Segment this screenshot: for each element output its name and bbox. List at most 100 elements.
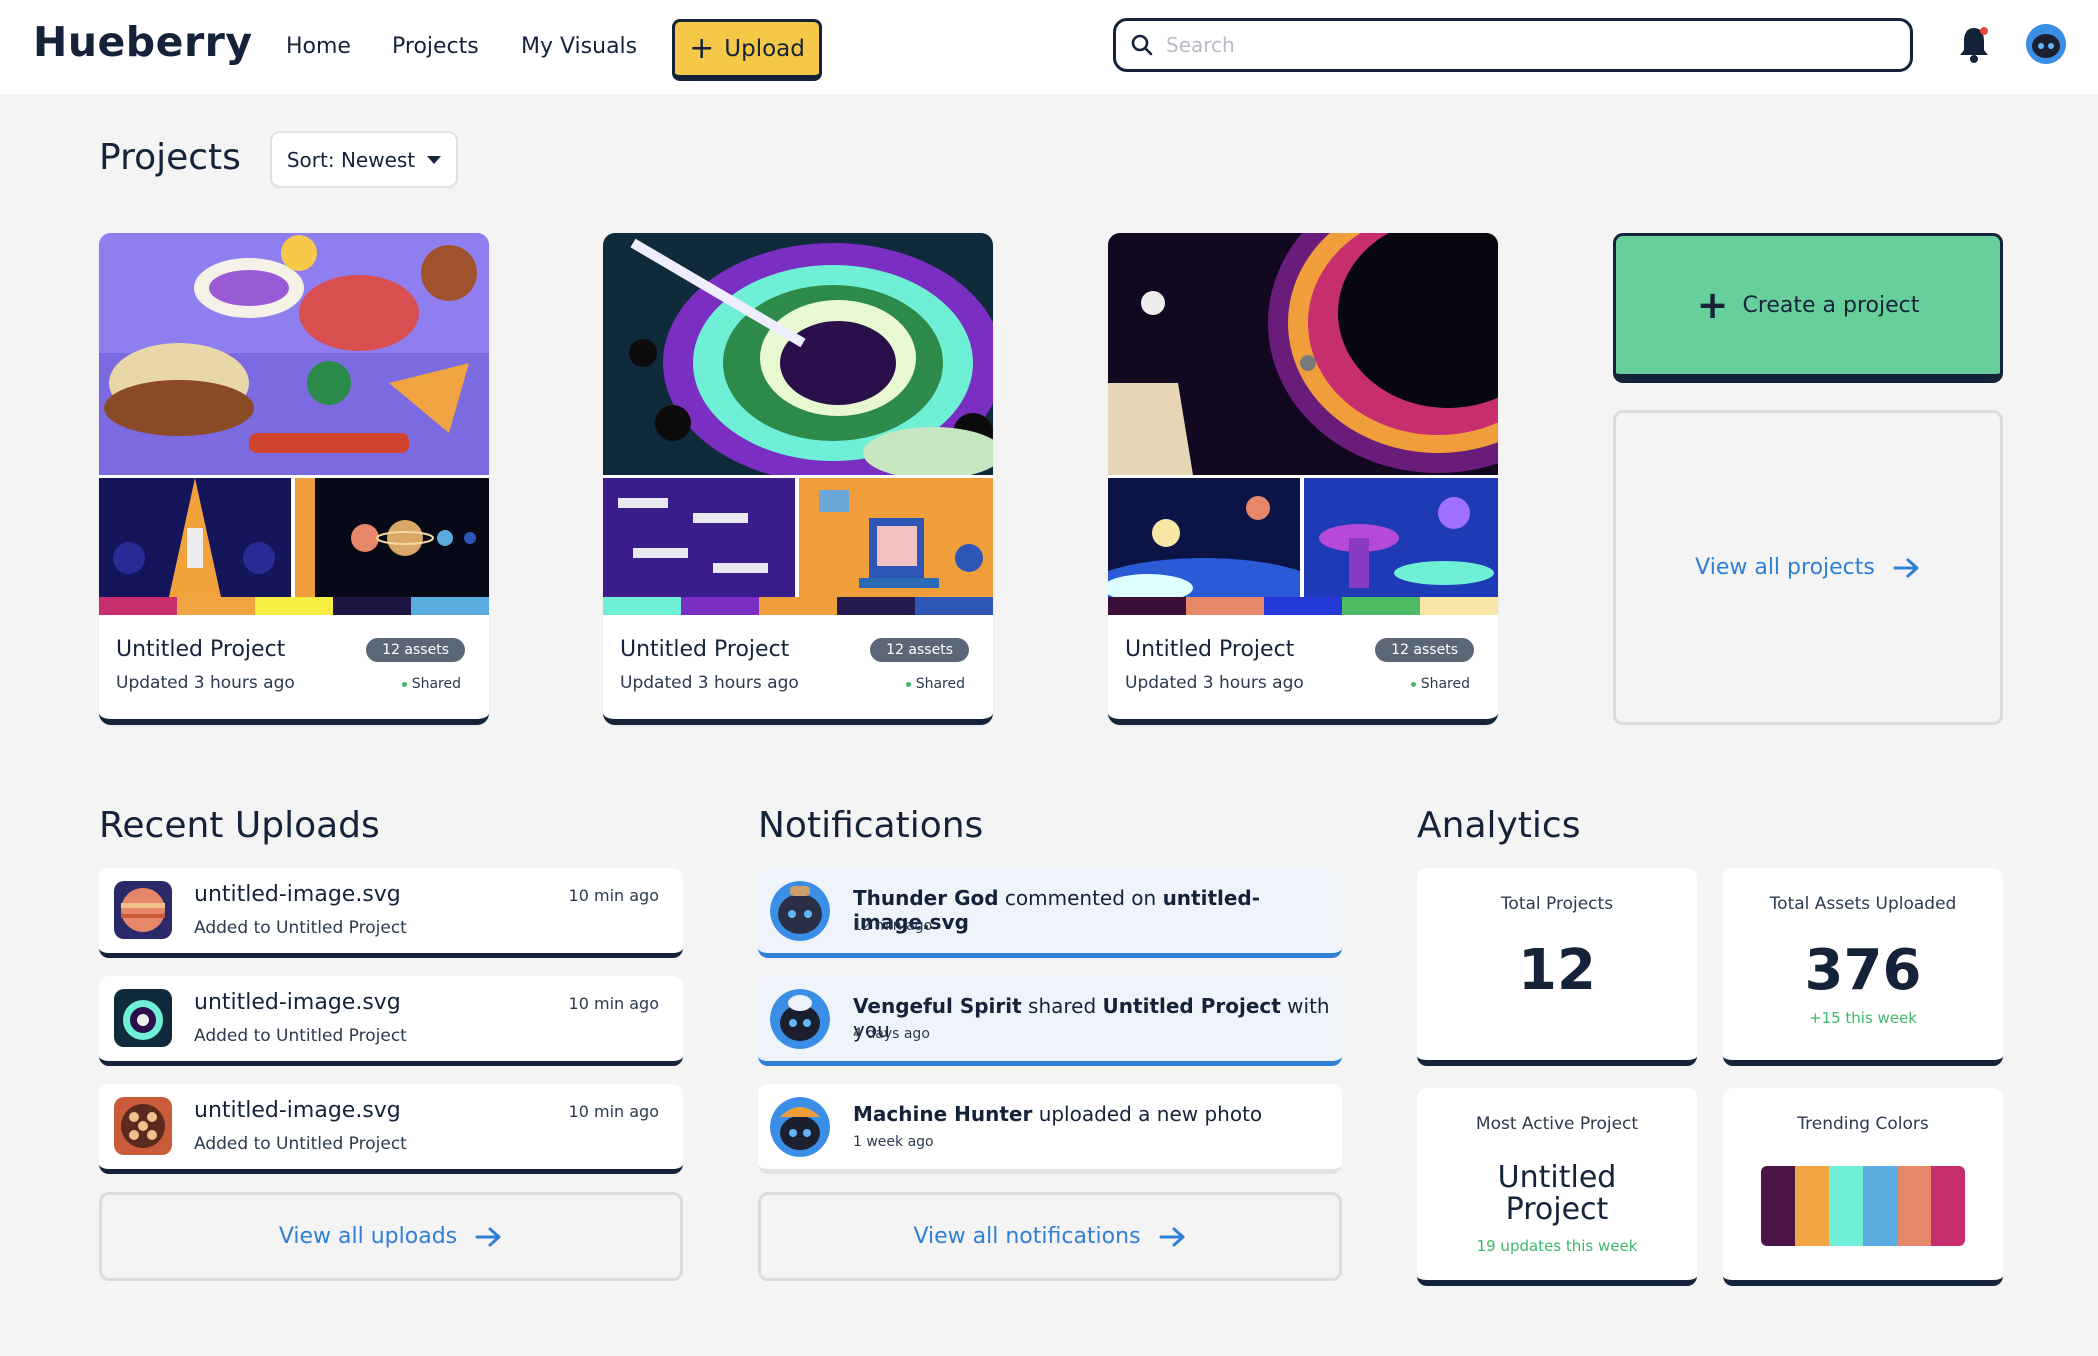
upload-label: Upload [724, 35, 805, 62]
color-palette [1108, 597, 1498, 615]
upload-subtitle: Added to Untitled Project [194, 1026, 407, 1046]
nav-home[interactable]: Home [286, 34, 351, 59]
shared-status: Shared [401, 676, 461, 692]
view-all-projects-label: View all projects [1695, 555, 1875, 580]
arrow-right-icon [1893, 558, 1919, 577]
user-avatar [770, 989, 830, 1049]
view-all-notifications-button[interactable]: View all notifications [758, 1192, 1342, 1281]
upload-filename: untitled-image.svg [194, 990, 401, 1015]
palette-swatch [759, 597, 837, 615]
user-avatar [770, 1097, 830, 1157]
palette-swatch [177, 597, 255, 615]
stat-label: Most Active Project [1475, 1114, 1639, 1134]
shared-status: Shared [905, 676, 965, 692]
project-updated: Updated 3 hours ago [620, 673, 799, 693]
stat-sub: 19 updates this week [1476, 1237, 1638, 1255]
project-name: Untitled Project [1125, 637, 1295, 662]
view-all-uploads-label: View all uploads [278, 1224, 458, 1249]
palette-swatch [333, 597, 411, 615]
caret-down-icon [427, 155, 442, 164]
sort-dropdown[interactable]: Sort: Newest [270, 131, 458, 188]
palette-swatch [1420, 597, 1498, 615]
project-name: Untitled Project [620, 637, 790, 662]
create-project-button[interactable]: + Create a project [1613, 233, 2003, 383]
upload-button[interactable]: + Upload [672, 19, 822, 81]
trending-colors-palette [1761, 1166, 1965, 1246]
total-projects-card: Total Projects 12 [1417, 868, 1697, 1066]
project-card[interactable]: Untitled Project Updated 3 hours ago 12 … [603, 233, 993, 725]
status-dot [1410, 681, 1416, 687]
plus-icon: + [689, 30, 715, 66]
upload-subtitle: Added to Untitled Project [194, 1134, 407, 1154]
project-thumbnail-spaceships [603, 478, 795, 597]
upload-subtitle: Added to Untitled Project [194, 918, 407, 938]
notification-time: 4 days ago [853, 1026, 930, 1042]
project-thumbnail-alien-world [1304, 478, 1498, 597]
shared-status: Shared [1410, 676, 1470, 692]
project-thumbnail-space-warp [1108, 233, 1498, 475]
search-icon [1131, 34, 1153, 56]
project-thumbnail-blackhole [603, 233, 993, 475]
palette-swatch [411, 597, 489, 615]
project-updated: Updated 3 hours ago [116, 673, 295, 693]
projects-title: Projects [99, 137, 241, 178]
notification-item[interactable]: Machine Hunter uploaded a new photo 1 we… [758, 1084, 1342, 1174]
stat-value: 12 [1518, 938, 1596, 1003]
create-project-label: Create a project [1742, 292, 1920, 318]
palette-swatch [915, 597, 993, 615]
notification-item[interactable]: Vengeful Spirit shared Untitled Project … [758, 976, 1342, 1066]
view-all-notifications-label: View all notifications [913, 1224, 1141, 1249]
palette-swatch [603, 597, 681, 615]
robot-avatar-icon [2026, 24, 2066, 64]
palette-swatch [99, 597, 177, 615]
upload-time: 10 min ago [568, 994, 659, 1013]
search-bar [1113, 18, 1913, 72]
trending-color-swatch [1897, 1166, 1931, 1246]
color-palette [603, 597, 993, 615]
nav-my-visuals[interactable]: My Visuals [521, 34, 637, 59]
palette-swatch [681, 597, 759, 615]
stat-label: Total Projects [1500, 894, 1614, 914]
project-card[interactable]: Untitled Project Updated 3 hours ago 12 … [1108, 233, 1498, 725]
trending-colors-card: Trending Colors [1723, 1088, 2003, 1286]
stat-label: Trending Colors [1797, 1114, 1929, 1134]
plus-icon: + [1696, 283, 1729, 327]
analytics-title: Analytics [1417, 805, 1581, 846]
most-active-project-card[interactable]: Most Active Project Untitled Project 19 … [1417, 1088, 1697, 1286]
view-all-uploads-button[interactable]: View all uploads [99, 1192, 683, 1281]
upload-list-item[interactable]: untitled-image.svg Added to Untitled Pro… [99, 1084, 683, 1174]
assets-badge: 12 assets [870, 638, 969, 662]
notifications-title: Notifications [758, 805, 984, 846]
total-assets-card: Total Assets Uploaded 376 +15 this week [1723, 868, 2003, 1066]
notification-dot [1980, 27, 1988, 35]
top-navbar: Hueberry Home Projects My Visuals + Uplo… [0, 0, 2098, 94]
upload-filename: untitled-image.svg [194, 1098, 401, 1123]
upload-list-item[interactable]: untitled-image.svg Added to Untitled Pro… [99, 976, 683, 1066]
palette-swatch [1186, 597, 1264, 615]
trending-color-swatch [1795, 1166, 1829, 1246]
status-dot [905, 681, 911, 687]
notification-time: 12 min ago [853, 918, 933, 934]
palette-swatch [1342, 597, 1420, 615]
view-all-projects-button[interactable]: View all projects [1613, 410, 2003, 725]
project-updated: Updated 3 hours ago [1125, 673, 1304, 693]
notification-item[interactable]: Thunder God commented on untitled-image.… [758, 868, 1342, 958]
bell-icon[interactable] [1956, 24, 1992, 64]
sort-label: Sort: Newest [286, 147, 416, 172]
nav-projects[interactable]: Projects [392, 34, 479, 59]
project-card[interactable]: Untitled Project Updated 3 hours ago 12 … [99, 233, 489, 725]
upload-list-item[interactable]: untitled-image.svg Added to Untitled Pro… [99, 868, 683, 958]
notification-text: Machine Hunter uploaded a new photo [853, 1102, 1263, 1126]
stat-value: 376 [1804, 938, 1922, 1003]
project-thumbnail-spotlight [99, 478, 291, 597]
search-input[interactable] [1166, 33, 1866, 57]
upload-time: 10 min ago [568, 1102, 659, 1121]
logo[interactable]: Hueberry [33, 18, 253, 66]
upload-thumbnail [114, 881, 172, 939]
arrow-right-icon [475, 1227, 501, 1246]
stat-label: Total Assets Uploaded [1769, 894, 1957, 914]
project-thumbnail-sunrise [1108, 478, 1300, 597]
upload-thumbnail [114, 989, 172, 1047]
user-avatar[interactable] [2026, 24, 2066, 64]
stat-sub: +15 this week [1809, 1009, 1917, 1027]
